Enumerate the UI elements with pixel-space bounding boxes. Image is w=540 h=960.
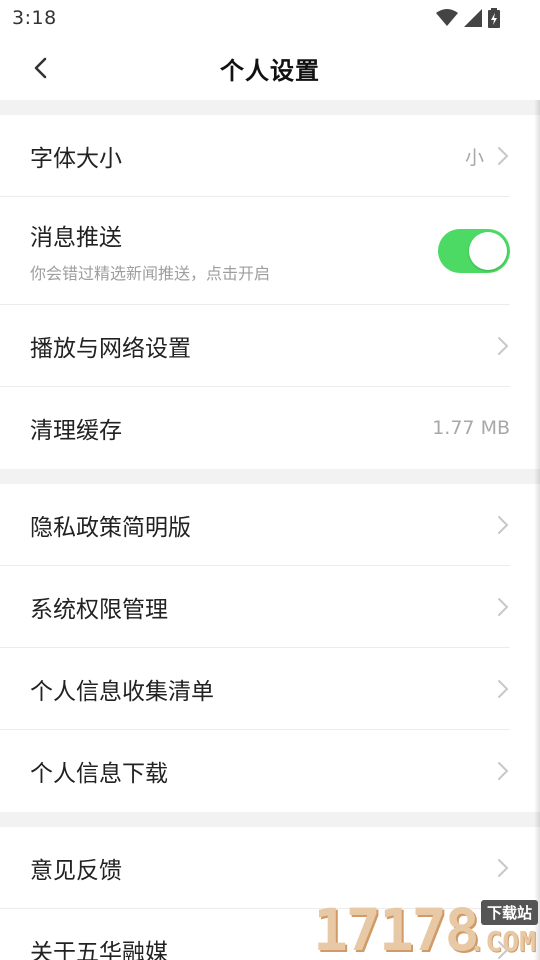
row-label: 个人信息收集清单: [30, 679, 214, 705]
chevron-left-icon: [34, 57, 47, 79]
row-label: 字体大小: [30, 146, 122, 172]
row-label: 个人信息下载: [30, 761, 168, 787]
chevron-right-icon: [498, 598, 509, 616]
status-icons: [436, 8, 500, 28]
chevron-right-icon: [498, 941, 509, 959]
scroll-edge-shadow: [534, 100, 540, 960]
chevron-right-icon: [498, 859, 509, 877]
row-label: 消息推送: [30, 225, 122, 251]
status-bar: 3:18: [0, 0, 540, 36]
battery-icon: [488, 8, 500, 28]
chevron-right-icon: [498, 516, 509, 534]
row-label: 系统权限管理: [30, 597, 168, 623]
wifi-icon: [436, 9, 458, 26]
settings-list: 字体大小 小 消息推送 你会错过精选新闻推送，点击开启 播放与网络设置 清理缓存…: [0, 100, 540, 960]
row-push-notifications: 消息推送 你会错过精选新闻推送，点击开启: [0, 197, 540, 305]
row-clear-cache[interactable]: 清理缓存 1.77 MB: [0, 387, 540, 469]
section-gap: [0, 469, 540, 484]
row-value: 小: [464, 146, 484, 169]
row-label: 隐私政策简明版: [30, 515, 191, 541]
chevron-right-icon: [498, 147, 509, 165]
row-about[interactable]: 关于五华融媒: [0, 909, 540, 960]
row-font-size[interactable]: 字体大小 小: [0, 115, 540, 197]
title-bar: 个人设置: [0, 36, 540, 100]
section-gap: [0, 100, 540, 115]
row-playback-network[interactable]: 播放与网络设置: [0, 305, 540, 387]
row-feedback[interactable]: 意见反馈: [0, 827, 540, 909]
row-label: 清理缓存: [30, 418, 122, 444]
row-privacy-policy[interactable]: 隐私政策简明版: [0, 484, 540, 566]
row-label: 播放与网络设置: [30, 336, 191, 362]
push-toggle[interactable]: [438, 229, 510, 273]
row-label: 关于五华融媒: [30, 940, 168, 960]
row-text: 消息推送 你会错过精选新闻推送，点击开启: [30, 218, 438, 284]
chevron-right-icon: [498, 680, 509, 698]
settings-screen: 3:18 个人设置 字体大小 小 消息推送 你会错过精选新闻推送，点击开启 播放…: [0, 0, 540, 960]
row-subtitle: 你会错过精选新闻推送，点击开启: [30, 264, 271, 283]
toggle-knob: [469, 232, 507, 270]
status-time: 3:18: [12, 7, 57, 29]
row-label: 意见反馈: [30, 858, 122, 884]
row-system-permissions[interactable]: 系统权限管理: [0, 566, 540, 648]
chevron-right-icon: [498, 762, 509, 780]
page-title: 个人设置: [220, 56, 320, 85]
cache-size: 1.77 MB: [432, 417, 510, 439]
back-button[interactable]: [18, 46, 62, 90]
chevron-right-icon: [498, 337, 509, 355]
row-info-collection-list[interactable]: 个人信息收集清单: [0, 648, 540, 730]
row-info-download[interactable]: 个人信息下载: [0, 730, 540, 812]
section-gap: [0, 812, 540, 827]
cell-signal-icon: [464, 9, 482, 27]
